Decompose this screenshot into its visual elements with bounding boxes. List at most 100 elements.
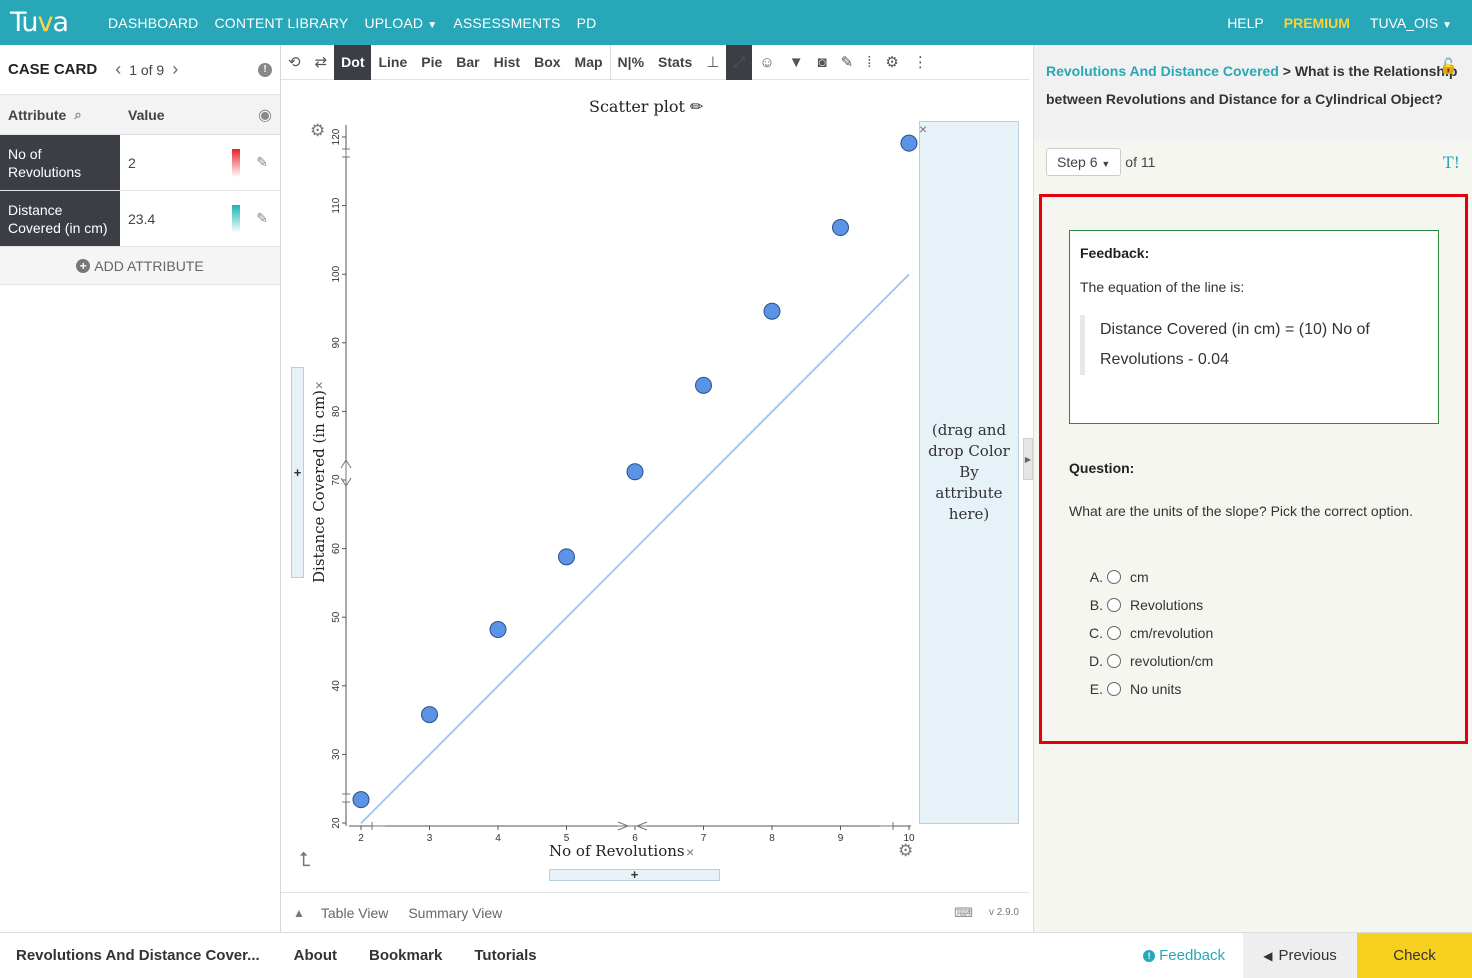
x-axis-label[interactable]: No of Revolutions bbox=[549, 842, 685, 860]
gear-icon[interactable]: ⚙ bbox=[878, 45, 905, 80]
info-icon[interactable]: ! bbox=[258, 62, 272, 77]
option-c[interactable]: C. cm/revolution bbox=[1087, 619, 1213, 647]
footer-about[interactable]: About bbox=[294, 947, 337, 964]
trend-line-icon[interactable]: ⤢ bbox=[726, 44, 753, 80]
radio-button[interactable] bbox=[1107, 682, 1121, 696]
axis-swap-icon[interactable]: ⮤ bbox=[299, 849, 311, 872]
nav-dashboard[interactable]: DASHBOARD bbox=[108, 15, 198, 31]
chevron-left-icon[interactable]: ‹ bbox=[115, 59, 121, 80]
user-menu[interactable]: TUVA_OIS ▼ bbox=[1370, 15, 1452, 31]
trend-line bbox=[360, 273, 910, 824]
marker-icon[interactable]: ✎ bbox=[834, 45, 861, 80]
tab-map[interactable]: Map bbox=[568, 45, 610, 80]
feedback-title: Feedback: bbox=[1080, 245, 1150, 261]
nav-assessments[interactable]: ASSESSMENTS bbox=[453, 15, 560, 31]
y-axis-dropzone[interactable]: + bbox=[291, 367, 304, 578]
step-dropdown[interactable]: Step 6 ▼ bbox=[1046, 148, 1122, 176]
close-icon[interactable]: × bbox=[919, 121, 927, 137]
tuva-logo[interactable]: Tuva bbox=[10, 7, 96, 38]
chevron-up-icon[interactable]: ▲ bbox=[293, 906, 305, 920]
axis-icon[interactable]: ⊥ bbox=[699, 45, 726, 80]
option-b[interactable]: B. Revolutions bbox=[1087, 591, 1213, 619]
answer-options: A. cm B. Revolutions C. cm/revolution D. rev… bbox=[1087, 563, 1213, 703]
value-header: Value bbox=[128, 106, 165, 123]
attribute-value[interactable]: 2 bbox=[128, 155, 136, 171]
attribute-value[interactable]: 23.4 bbox=[128, 211, 155, 227]
x-axis-middle-handle bbox=[617, 821, 648, 831]
option-letter: E. bbox=[1089, 681, 1103, 697]
pencil-icon[interactable]: ✎ bbox=[256, 154, 268, 171]
graph-panel: ⟲ ⇄ Dot Line Pie Bar Hist Box Map N|% St… bbox=[281, 44, 1029, 932]
table-view-tab[interactable]: Table View bbox=[321, 905, 388, 921]
footer-bookmark[interactable]: Bookmark bbox=[369, 947, 442, 964]
tab-stats[interactable]: Stats bbox=[651, 45, 699, 80]
nav-premium[interactable]: PREMIUM bbox=[1284, 15, 1350, 31]
camera-icon[interactable]: ◙ bbox=[811, 45, 834, 80]
close-icon[interactable]: × bbox=[686, 844, 694, 860]
footer-tutorials[interactable]: Tutorials bbox=[474, 947, 536, 964]
lesson-link[interactable]: Revolutions And Distance Covered bbox=[1046, 63, 1279, 79]
more-vertical-icon[interactable]: ⋮ bbox=[906, 45, 935, 80]
y-tick-label: 120 bbox=[331, 128, 342, 145]
option-text: revolution/cm bbox=[1130, 653, 1214, 669]
tab-line[interactable]: Line bbox=[371, 45, 414, 80]
check-button[interactable]: Check bbox=[1357, 932, 1472, 978]
radio-button[interactable] bbox=[1107, 570, 1121, 584]
question-text: What are the units of the slope? Pick th… bbox=[1069, 503, 1413, 519]
gear-icon[interactable]: ⚙ bbox=[310, 121, 325, 141]
summary-view-tab[interactable]: Summary View bbox=[408, 905, 502, 921]
swap-icon[interactable]: ⇄ bbox=[308, 45, 335, 80]
gear-icon[interactable]: ⚙ bbox=[898, 841, 913, 861]
option-letter: B. bbox=[1089, 597, 1103, 613]
y-axis-label[interactable]: Distance Covered (in cm) bbox=[310, 390, 328, 583]
reset-icon[interactable]: ⟲ bbox=[281, 45, 308, 80]
attribute-name[interactable]: Distance Covered (in cm) bbox=[0, 191, 120, 246]
tab-pie[interactable]: Pie bbox=[414, 45, 449, 80]
chevron-right-icon[interactable]: › bbox=[172, 59, 178, 80]
option-d[interactable]: D. revolution/cm bbox=[1087, 647, 1213, 675]
option-e[interactable]: E. No units bbox=[1087, 675, 1213, 703]
footer-feedback[interactable]: ! Feedback bbox=[1143, 947, 1225, 964]
graph-toolbar: ⟲ ⇄ Dot Line Pie Bar Hist Box Map N|% St… bbox=[281, 44, 1029, 80]
data-point bbox=[421, 706, 438, 724]
search-icon[interactable]: ⌕ bbox=[74, 107, 81, 123]
unlock-icon[interactable]: 🔓 bbox=[1439, 57, 1458, 75]
tab-count-percent[interactable]: N|% bbox=[609, 44, 651, 80]
nav-pd[interactable]: PD bbox=[577, 15, 597, 31]
y-tick-label: 40 bbox=[331, 680, 342, 692]
color-by-dropzone[interactable]: (drag and drop Color By attribute here) bbox=[919, 121, 1019, 824]
tab-box[interactable]: Box bbox=[527, 45, 567, 80]
smile-icon[interactable]: ☺ bbox=[752, 45, 781, 80]
nav-help[interactable]: HELP bbox=[1227, 15, 1264, 31]
radio-button[interactable] bbox=[1107, 626, 1121, 640]
tab-dot[interactable]: Dot bbox=[334, 44, 372, 80]
nav-upload-label: UPLOAD bbox=[364, 14, 424, 31]
labels-icon[interactable]: ⁞ bbox=[860, 45, 878, 80]
collapse-panel-handle[interactable]: ▶ bbox=[1023, 438, 1033, 480]
filter-icon[interactable]: ▼ bbox=[782, 45, 811, 80]
footer-lesson-name[interactable]: Revolutions And Distance Cover... bbox=[16, 947, 260, 964]
color-swatch bbox=[232, 204, 241, 233]
radio-button[interactable] bbox=[1107, 598, 1121, 612]
attribute-name[interactable]: No of Revolutions bbox=[0, 135, 120, 190]
previous-button[interactable]: ◀ Previous bbox=[1243, 932, 1357, 978]
eye-icon[interactable]: ◉ bbox=[258, 105, 272, 125]
add-attribute-button[interactable]: + ADD ATTRIBUTE bbox=[0, 247, 280, 285]
previous-label: Previous bbox=[1278, 947, 1337, 964]
x-axis-dropzone[interactable]: + bbox=[549, 868, 720, 881]
info-icon: ! bbox=[1143, 949, 1156, 962]
pencil-icon[interactable]: ✎ bbox=[256, 210, 268, 227]
option-a[interactable]: A. cm bbox=[1087, 563, 1213, 591]
graph-bottom-bar: ▲ Table View Summary View ⌨ v 2.9.0 bbox=[281, 892, 1029, 932]
tab-hist[interactable]: Hist bbox=[487, 45, 527, 80]
text-size-icon[interactable]: T! bbox=[1443, 153, 1460, 172]
keyboard-icon[interactable]: ⌨ bbox=[954, 905, 973, 921]
attribute-header: Attribute bbox=[8, 106, 67, 123]
radio-button[interactable] bbox=[1107, 654, 1121, 668]
nav-upload[interactable]: UPLOAD ▼ bbox=[364, 15, 437, 31]
y-tick-label: 50 bbox=[331, 611, 342, 623]
nav-content-library[interactable]: CONTENT LIBRARY bbox=[214, 15, 348, 31]
y-tick-label: 110 bbox=[331, 197, 342, 213]
step-label: Step 6 bbox=[1057, 154, 1098, 170]
tab-bar[interactable]: Bar bbox=[449, 45, 486, 80]
